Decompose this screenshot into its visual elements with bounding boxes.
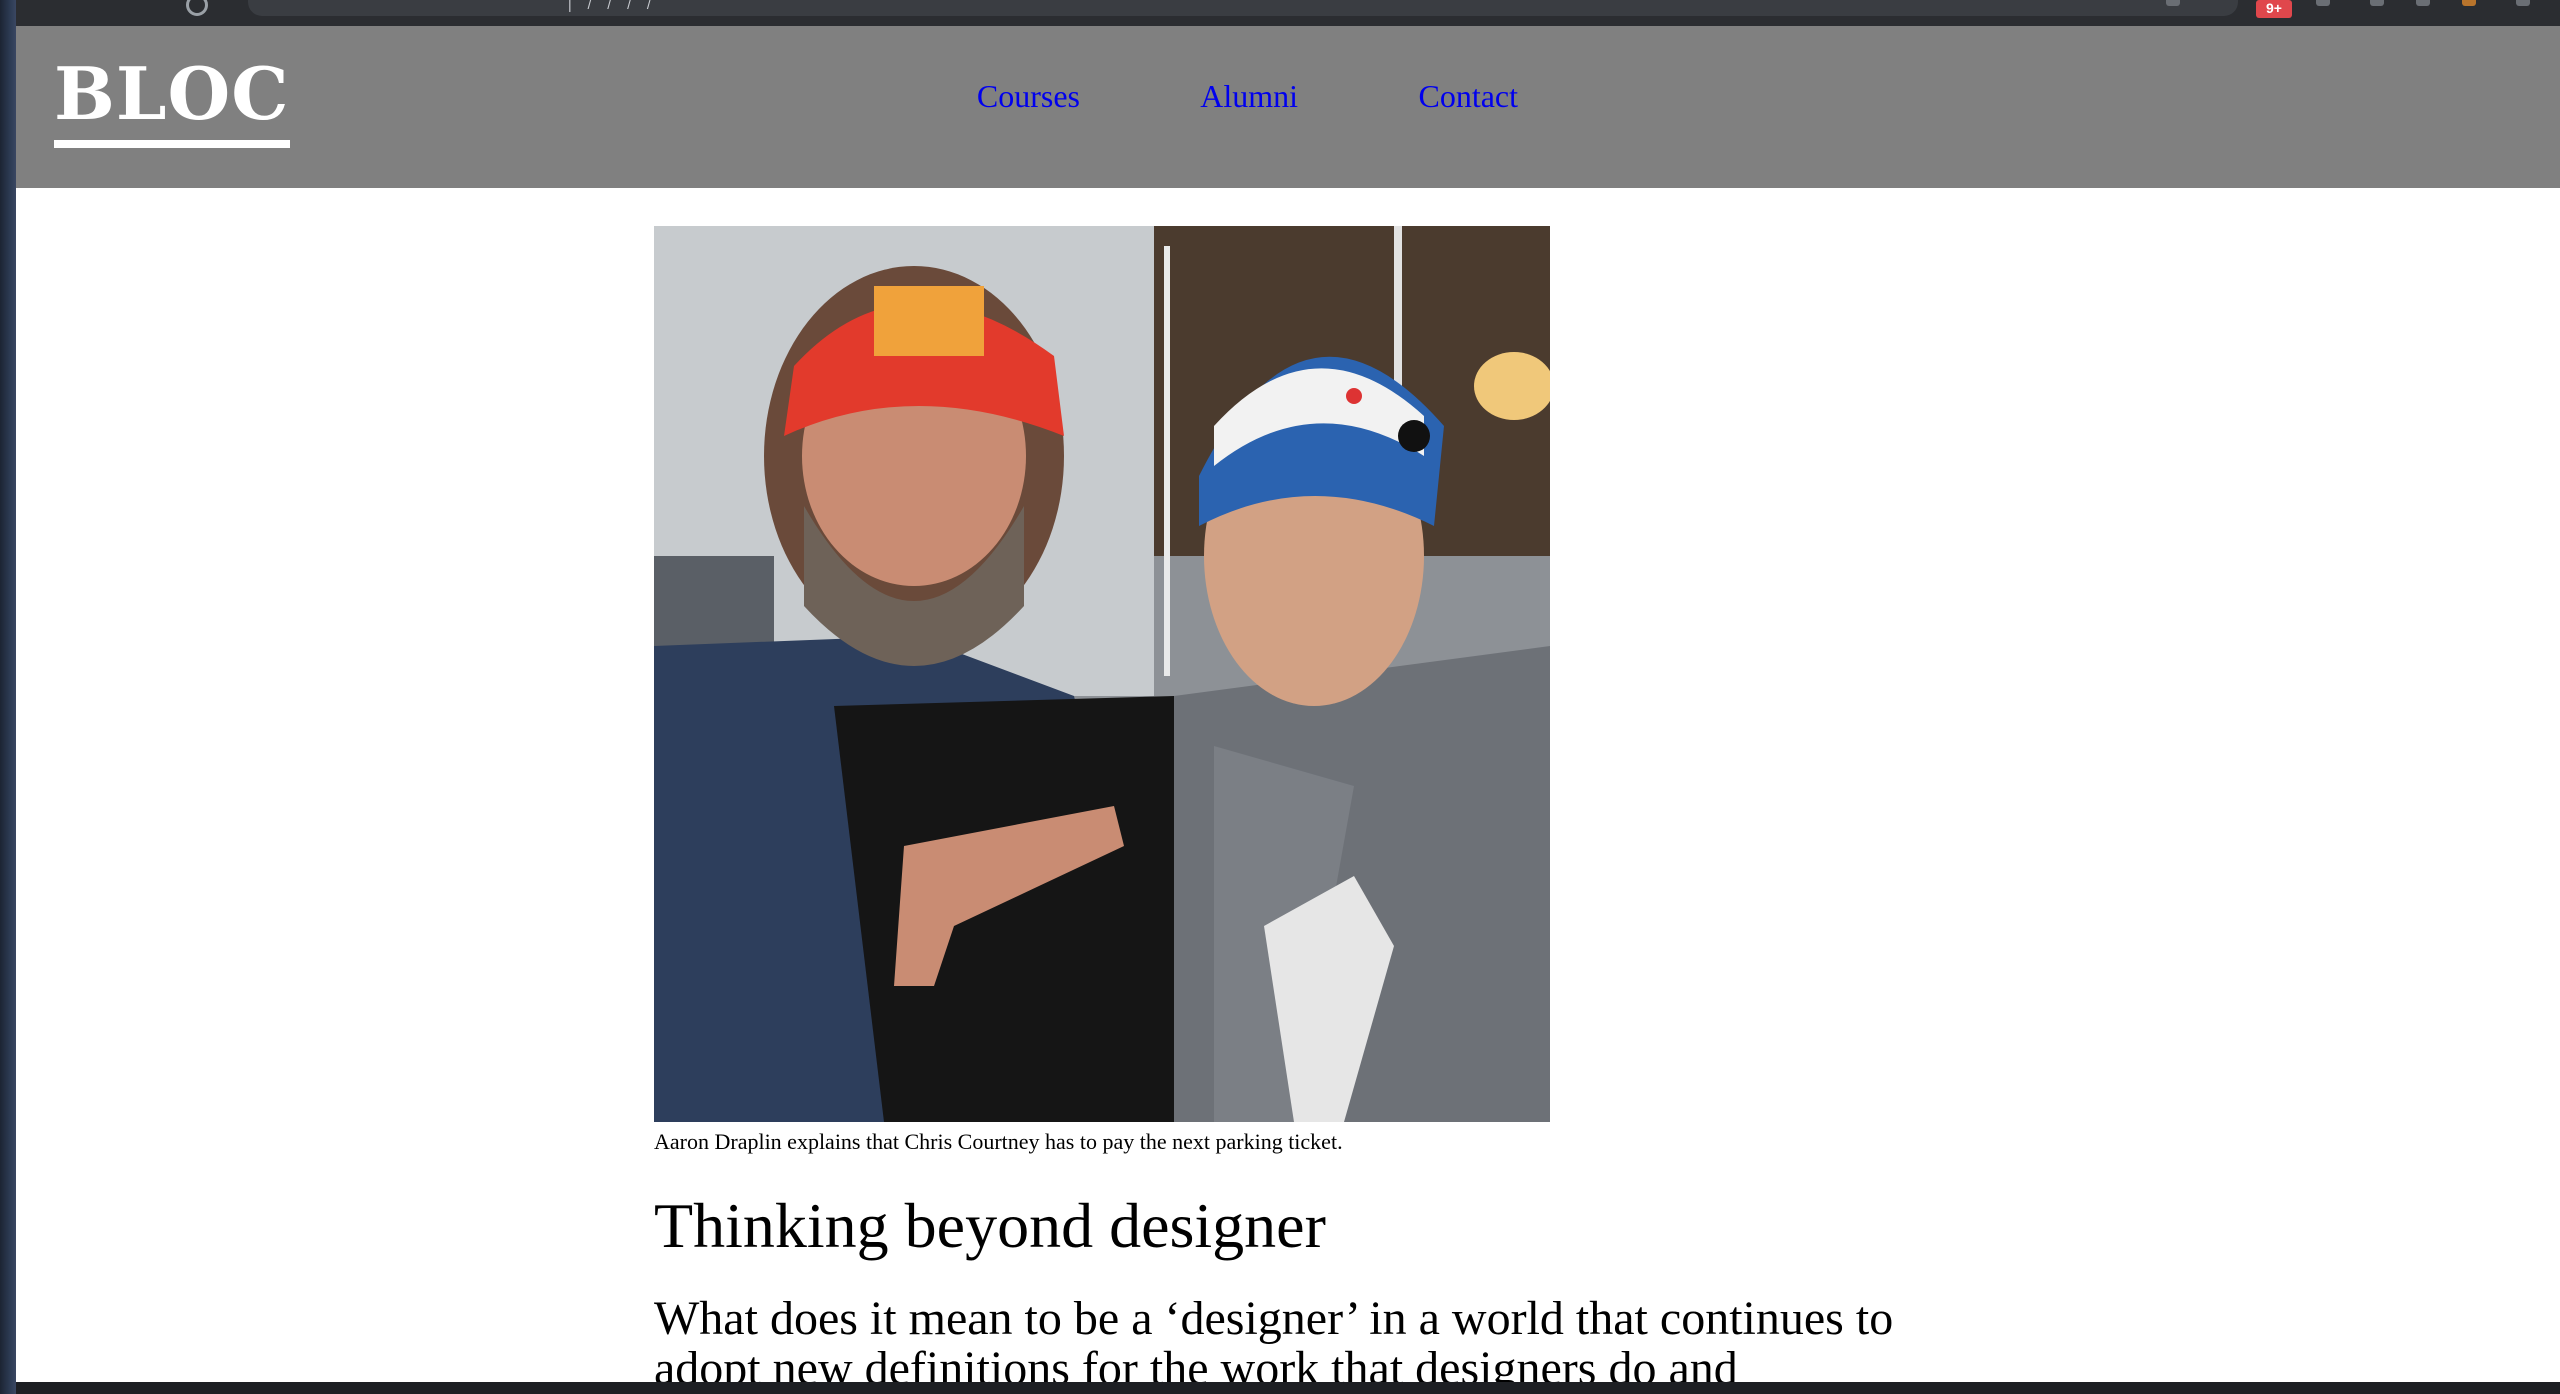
reload-icon[interactable] [186,0,208,16]
article-photo [654,226,1550,1122]
desktop-background [0,0,16,1394]
article-lead-paragraph: What does it mean to be a ‘designer’ in … [654,1292,1894,1383]
article-heading: Thinking beyond designer [654,1190,1326,1261]
photo-illustration [654,226,1550,1122]
extension-icon-4[interactable] [2462,0,2476,6]
extension-icon[interactable] [2316,0,2330,6]
nav-link-courses[interactable]: Courses [977,78,1080,115]
extension-badge[interactable]: 9+ [2256,0,2292,18]
page-viewport: BLOC Courses Alumni Contact Aaron Drapli… [16,26,2560,1382]
address-text: | / / / / [568,0,657,12]
site-header: BLOC Courses Alumni Contact [16,26,2560,188]
address-bar[interactable]: | / / / / [248,0,2238,16]
article: Aaron Draplin explains that Chris Courtn… [654,226,1954,1382]
browser-toolbar: | / / / / 9+ [16,0,2560,26]
image-caption: Aaron Draplin explains that Chris Courtn… [654,1129,1343,1154]
menu-icon[interactable] [2516,0,2530,6]
bookmark-icon[interactable] [2166,0,2180,6]
nav-link-contact[interactable]: Contact [1418,78,1518,115]
window-bottom-edge [16,1382,2560,1394]
nav-link-alumni[interactable]: Alumni [1200,78,1298,115]
extension-icon-2[interactable] [2370,0,2384,6]
extension-icon-3[interactable] [2416,0,2430,6]
site-logo[interactable]: BLOC [54,54,290,148]
